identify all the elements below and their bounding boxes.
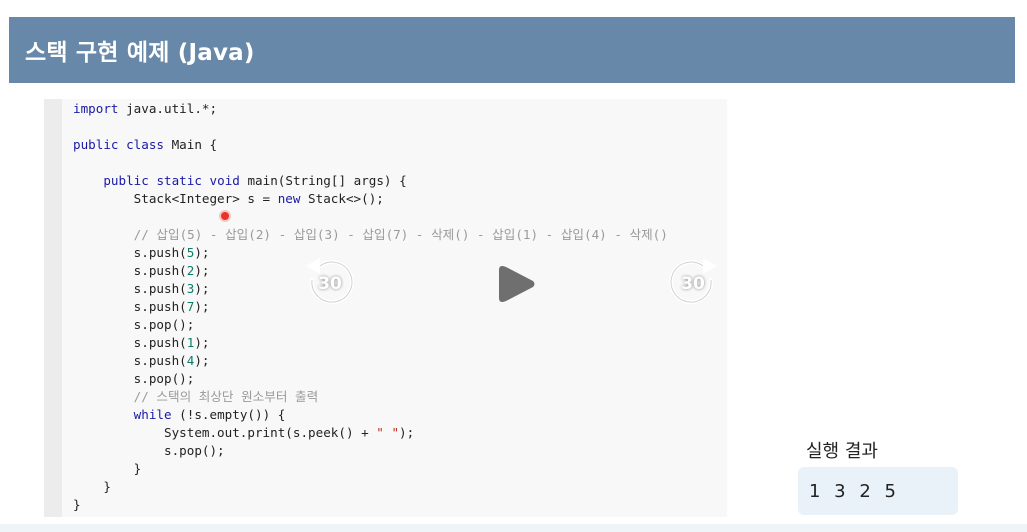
footer-strip: [0, 524, 1027, 532]
code-line: // 삽입(5) - 삽입(2) - 삽입(3) - 삽입(7) - 삭제() …: [133, 227, 668, 242]
code-line: System.out.print(s.peek() + " ");: [73, 425, 415, 440]
code-line: public class Main {: [73, 137, 218, 152]
code-line: s.push(3);: [73, 281, 210, 296]
code-line: s.pop();: [73, 443, 225, 458]
rewind-30-button[interactable]: 30: [298, 252, 362, 316]
code-line: Stack<Integer> s = new Stack<>();: [73, 191, 384, 206]
code-line: s.push(1);: [73, 335, 210, 350]
code-line: s.pop();: [73, 371, 195, 386]
page-title: 스택 구현 예제 (Java): [25, 40, 255, 66]
code-line: }: [73, 461, 142, 476]
play-button[interactable]: [494, 262, 538, 306]
forward-30-button[interactable]: 30: [661, 252, 725, 316]
code-line: // 스택의 최상단 원소부터 출력: [133, 389, 319, 404]
result-value: 1 3 2 5: [809, 480, 900, 502]
code-line: }: [73, 497, 81, 512]
result-box: 1 3 2 5: [798, 467, 958, 515]
forward-seconds: 30: [681, 274, 705, 294]
code-line: }: [73, 479, 111, 494]
code-line: s.push(5);: [73, 245, 210, 260]
code-line: while (!s.empty()) {: [133, 407, 286, 422]
code-line: s.push(4);: [73, 353, 210, 368]
code-line: import java.util.*;: [73, 101, 218, 116]
rewind-seconds: 30: [318, 274, 342, 294]
code-line: s.push(2);: [73, 263, 210, 278]
code-line: ​: [73, 118, 668, 136]
header-bar: 스택 구현 예제 (Java): [9, 17, 1015, 83]
code-listing: import java.util.*;​public class Main {​…: [73, 100, 668, 514]
code-line: s.pop();: [73, 317, 195, 332]
code-line: ​: [73, 154, 668, 172]
code-line: ​: [73, 208, 668, 226]
pointer-cursor: [221, 212, 229, 220]
code-line: public static void main(String[] args) {: [103, 173, 407, 188]
code-gutter: [44, 99, 62, 517]
result-label: 실행 결과: [806, 441, 878, 462]
slide: 스택 구현 예제 (Java) import java.util.*;​publ…: [0, 0, 1027, 532]
code-line: s.push(7);: [73, 299, 210, 314]
play-icon: [499, 266, 535, 302]
